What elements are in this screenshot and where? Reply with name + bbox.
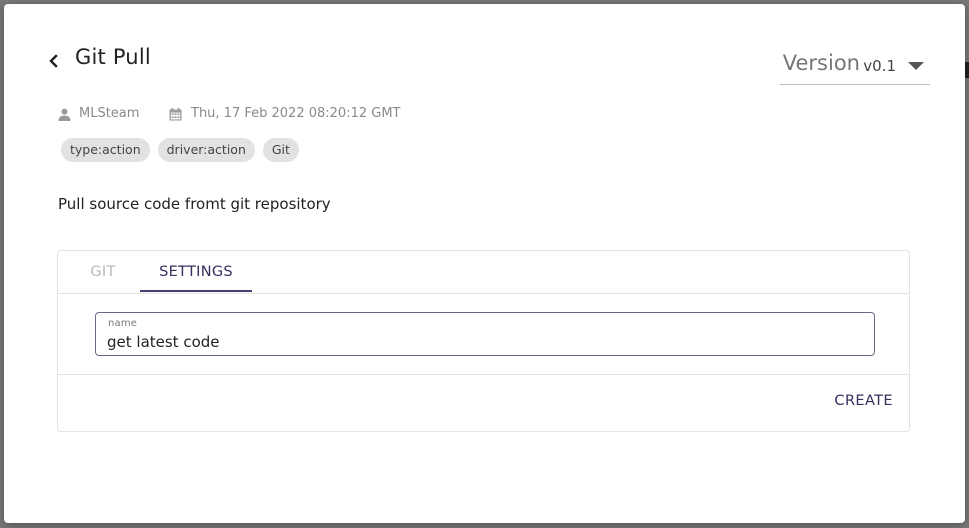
create-button[interactable]: CREATE	[834, 393, 893, 409]
page-title: Git Pull	[75, 45, 151, 69]
version-select[interactable]: Version v0.1	[780, 48, 930, 85]
created-date: Thu, 17 Feb 2022 08:20:12 GMT	[191, 106, 401, 121]
tab-bar: GIT SETTINGS	[58, 251, 909, 294]
tab-settings[interactable]: SETTINGS	[140, 251, 252, 293]
caret-down-icon[interactable]	[908, 62, 924, 70]
background-edge	[965, 62, 969, 78]
action-detail-dialog: Git Pull Version v0.1 MLSteam Thu, 17 Fe…	[4, 4, 965, 523]
tag-chip: driver:action	[157, 138, 255, 162]
calendar-icon	[169, 108, 182, 125]
tag-chip: type:action	[61, 138, 150, 162]
active-tab-indicator	[140, 290, 252, 292]
card-divider	[58, 374, 909, 375]
name-field-label: name	[108, 318, 138, 329]
version-label: Version	[782, 51, 860, 75]
action-config-card: GIT SETTINGS name CREATE	[57, 250, 910, 432]
action-description: Pull source code fromt git repository	[58, 195, 331, 213]
tag-list: type:action driver:action Git	[61, 138, 307, 162]
version-value: v0.1	[863, 57, 896, 75]
author-name: MLSteam	[79, 106, 140, 121]
name-field[interactable]: name	[95, 312, 875, 356]
tag-chip: Git	[262, 138, 299, 162]
chevron-left-icon[interactable]	[46, 51, 62, 71]
user-icon	[58, 108, 71, 125]
tab-git[interactable]: GIT	[68, 251, 138, 293]
name-input[interactable]	[107, 332, 857, 352]
